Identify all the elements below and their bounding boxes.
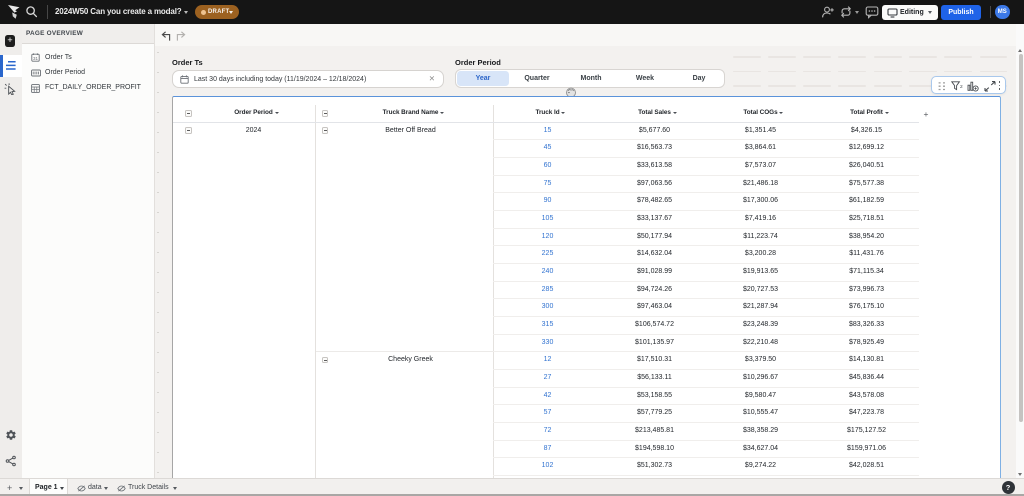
svg-text:31: 31 xyxy=(33,56,39,61)
